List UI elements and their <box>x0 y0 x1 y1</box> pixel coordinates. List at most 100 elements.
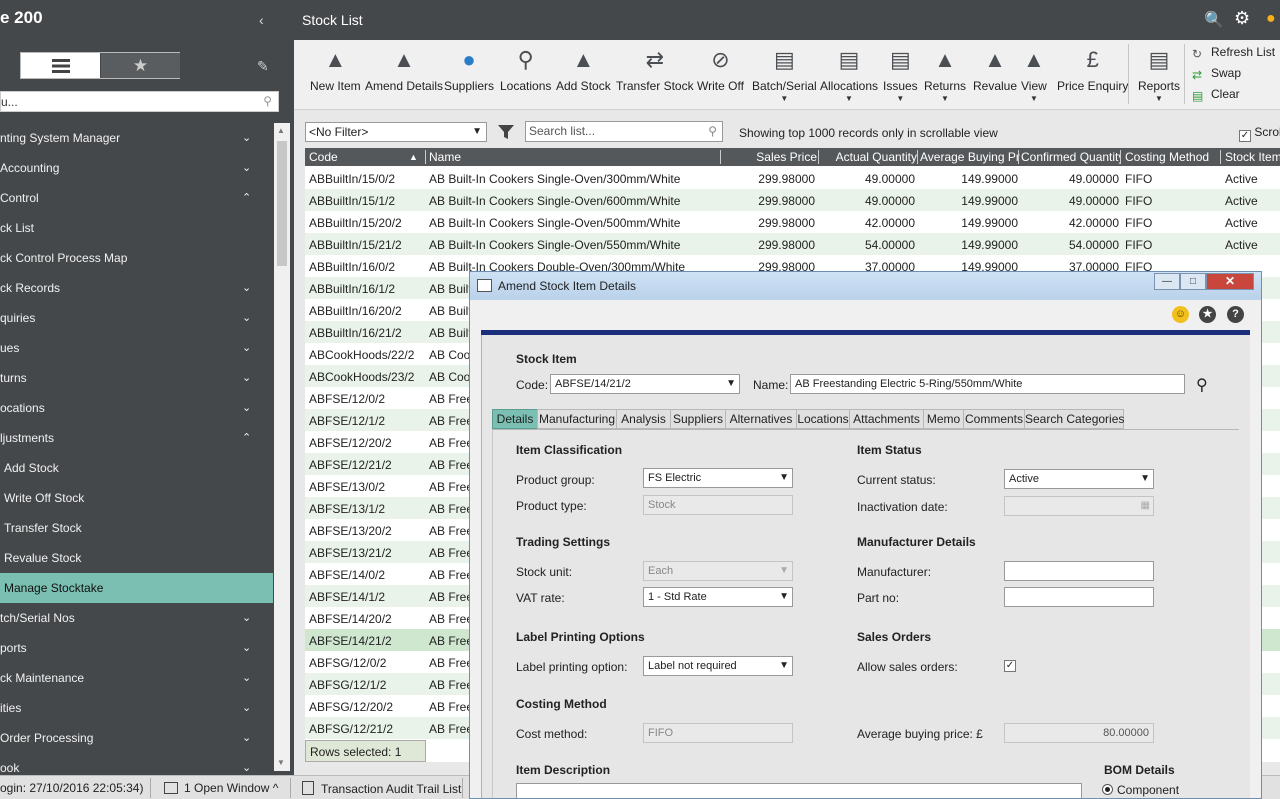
sidebar-item[interactable]: Accounting ⌄ <box>0 153 273 183</box>
manufacturer-input[interactable] <box>1004 561 1154 581</box>
toolbar-button[interactable]: ▲ New Item <box>310 45 361 93</box>
toolbar-button[interactable]: ▲ Add Stock <box>556 45 611 93</box>
dropdown-arrow-icon[interactable]: ▼ <box>1021 94 1047 103</box>
lightbulb-icon[interactable]: ● <box>1266 10 1276 28</box>
chevron-down-icon[interactable]: ⌄ <box>242 303 251 333</box>
label-printing-select[interactable]: Label not required ▼ <box>643 656 793 676</box>
search-icon[interactable]: ⚲ <box>1196 375 1208 395</box>
sidebar-scrollbar[interactable]: ▲ ▼ <box>274 123 290 771</box>
document-search-icon[interactable]: 🔍 <box>1204 10 1224 30</box>
dropdown-arrow-icon[interactable]: ▼ <box>820 94 878 103</box>
audit-trail-window-button[interactable]: Transaction Audit Trail List <box>302 781 461 796</box>
search-icon[interactable]: ⚲ <box>263 94 272 108</box>
minimize-button[interactable]: — <box>1154 273 1180 290</box>
chevron-up-icon[interactable]: ⌃ <box>242 423 251 453</box>
dropdown-arrow-icon[interactable]: ▼ <box>924 94 966 103</box>
toolbar-button[interactable]: ▤ Allocations ▼ <box>820 45 878 103</box>
dropdown-arrow-icon[interactable]: ▼ <box>1138 94 1180 103</box>
star-icon[interactable]: ★ <box>1199 306 1216 323</box>
bom-component-radio[interactable]: Component <box>1102 783 1179 797</box>
column-divider[interactable] <box>1220 150 1221 164</box>
help-icon[interactable]: ? <box>1227 306 1244 323</box>
table-row[interactable]: ABBuiltIn/15/21/2 AB Built-In Cookers Sin… <box>305 233 1280 255</box>
chevron-down-icon[interactable]: ⌄ <box>242 123 251 153</box>
tab-search-categories[interactable]: Search Categories <box>1024 409 1124 429</box>
scrollbar-thumb[interactable] <box>277 141 287 266</box>
sidebar-item[interactable]: ues ⌄ <box>0 333 273 363</box>
column-divider[interactable] <box>1120 150 1121 164</box>
column-header[interactable]: Costing Method <box>1125 150 1221 164</box>
sidebar-search-input[interactable]: u... ⚲ <box>0 91 279 112</box>
product-group-select[interactable]: FS Electric ▼ <box>643 468 793 488</box>
sidebar-item[interactable]: ck List <box>0 213 273 243</box>
toolbar-side-button[interactable]: ↻ Refresh List <box>1192 45 1275 61</box>
list-search-input[interactable]: Search list... ⚲ <box>525 121 723 142</box>
toolbar-button[interactable]: ▤ Batch/Serial ▼ <box>752 45 817 103</box>
sidebar-item[interactable]: tch/Serial Nos ⌄ <box>0 603 273 633</box>
chevron-down-icon[interactable]: ⌄ <box>242 153 251 183</box>
sidebar-item[interactable]: ck Maintenance ⌄ <box>0 663 273 693</box>
toolbar-button[interactable]: £ Price Enquiry <box>1057 45 1128 93</box>
sidebar-item[interactable]: Control ⌃ <box>0 183 273 213</box>
vat-rate-select[interactable]: 1 - Std Rate ▼ <box>643 587 793 607</box>
tab-suppliers[interactable]: Suppliers <box>670 409 726 429</box>
toolbar-button[interactable]: ▤ Issues ▼ <box>883 45 918 103</box>
sidebar-item[interactable]: ocations ⌄ <box>0 393 273 423</box>
sidebar-item[interactable]: nting System Manager ⌄ <box>0 123 273 153</box>
column-header[interactable]: Code <box>309 150 414 164</box>
chevron-down-icon[interactable]: ⌄ <box>242 333 251 363</box>
sidebar-item[interactable]: ck Control Process Map <box>0 243 273 273</box>
tab-alternatives[interactable]: Alternatives <box>725 409 797 429</box>
tab-attachments[interactable]: Attachments <box>849 409 924 429</box>
chevron-down-icon[interactable]: ⌄ <box>242 693 251 723</box>
item-description-input[interactable] <box>516 783 1082 798</box>
current-status-select[interactable]: Active ▼ <box>1004 469 1154 489</box>
favourites-view-button[interactable]: ★ <box>101 53 180 78</box>
column-divider[interactable] <box>818 150 819 164</box>
checkbox[interactable]: ✓ <box>1239 130 1251 142</box>
toolbar-button[interactable]: ▤ Reports ▼ <box>1138 45 1180 103</box>
menu-view-button[interactable] <box>21 53 100 78</box>
sidebar-item[interactable]: quiries ⌄ <box>0 303 273 333</box>
chevron-down-icon[interactable]: ⌄ <box>242 723 251 753</box>
funnel-icon[interactable] <box>498 124 514 140</box>
sidebar-item[interactable]: ljustments ⌃ <box>0 423 273 453</box>
toolbar-button[interactable]: ⚲ Locations <box>500 45 551 93</box>
toolbar-button[interactable]: ⊘ Write Off <box>697 45 744 93</box>
filter-select[interactable]: <No Filter> ▼ <box>305 122 487 142</box>
sort-ascending-icon[interactable]: ▲ <box>409 152 418 162</box>
tab-comments[interactable]: Comments <box>963 409 1025 429</box>
name-input[interactable]: AB Freestanding Electric 5-Ring/550mm/Wh… <box>790 374 1185 394</box>
column-header[interactable]: Name <box>429 150 719 164</box>
chevron-down-icon[interactable]: ⌄ <box>242 393 251 423</box>
toolbar-button[interactable]: ▲ Revalue <box>973 45 1017 93</box>
column-divider[interactable] <box>1018 150 1019 164</box>
sidebar-item[interactable]: ities ⌄ <box>0 693 273 723</box>
column-divider[interactable] <box>425 150 426 164</box>
tab-analysis[interactable]: Analysis <box>616 409 671 429</box>
open-windows-button[interactable]: 1 Open Window ^ <box>164 781 278 795</box>
sidebar-item[interactable]: Add Stock <box>0 453 273 483</box>
maximize-button[interactable]: □ <box>1180 273 1206 290</box>
tab-memo[interactable]: Memo <box>923 409 964 429</box>
table-row[interactable]: ABBuiltIn/15/20/2 AB Built-In Cookers Sin… <box>305 211 1280 233</box>
table-row[interactable]: ABBuiltIn/15/0/2 AB Built-In Cookers Sing… <box>305 167 1280 189</box>
column-divider[interactable] <box>720 150 721 164</box>
scrollable-view-checkbox[interactable]: ✓ Scrol <box>1239 125 1280 142</box>
column-header[interactable]: Actual Quantity <box>821 150 917 164</box>
chevron-down-icon[interactable]: ⌄ <box>242 663 251 693</box>
sidebar-item[interactable]: ports ⌄ <box>0 633 273 663</box>
part-no-input[interactable] <box>1004 587 1154 607</box>
column-divider[interactable] <box>917 150 918 164</box>
pencil-icon[interactable]: ✎ <box>257 58 269 75</box>
code-select[interactable]: ABFSE/14/21/2 ▼ <box>550 374 740 394</box>
toolbar-button[interactable]: ▲ Returns ▼ <box>924 45 966 103</box>
allow-sales-checkbox[interactable]: ✓ <box>1004 660 1016 672</box>
chevron-down-icon[interactable]: ⌄ <box>242 363 251 393</box>
sidebar-item[interactable]: ck Records ⌄ <box>0 273 273 303</box>
sidebar-item[interactable]: Order Processing ⌄ <box>0 723 273 753</box>
toolbar-button[interactable]: ⇄ Transfer Stock <box>616 45 694 93</box>
toolbar-side-button[interactable]: ▤ Clear <box>1192 87 1240 103</box>
toolbar-button[interactable]: ▲ View ▼ <box>1021 45 1047 103</box>
column-header[interactable]: Sales Price <box>721 150 817 164</box>
